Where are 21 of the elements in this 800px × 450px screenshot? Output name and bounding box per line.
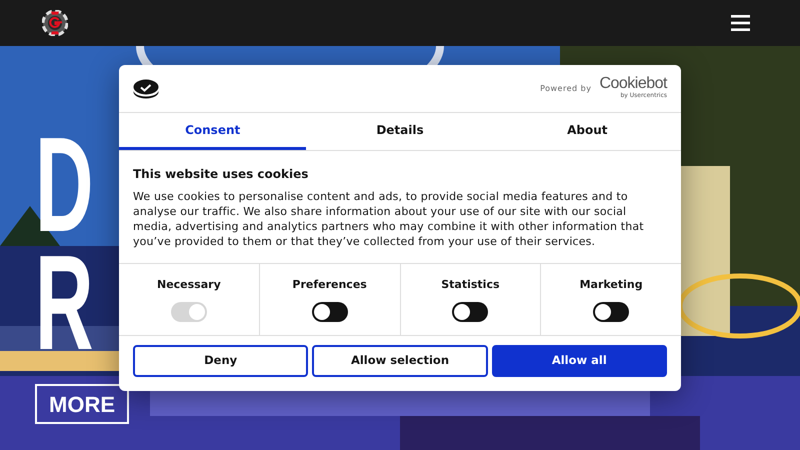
dialog-title: This website uses cookies: [133, 166, 310, 183]
dialog-text: We use cookies to personalise content and ads, to provide social media features and to analyse our traffic. We also share information about your use of our site with our social media, advertising and analytics partners who may combine it with other information that you’ve provided to them or that they’ve collected from your use of their services.: [133, 189, 645, 249]
dialog-tab[interactable]: Consent: [119, 113, 306, 150]
toggle-switch[interactable]: [452, 302, 488, 322]
toggle-switch[interactable]: [593, 302, 630, 322]
powered-by-text: Powered by: [540, 82, 592, 94]
consent-button[interactable]: Deny: [133, 345, 308, 377]
consent-button[interactable]: Allow all: [492, 345, 667, 377]
category-label: Preferences: [292, 277, 367, 294]
menu-icon[interactable]: [731, 15, 750, 31]
cookie-check-icon: [133, 78, 159, 98]
logo-icon[interactable]: [42, 10, 68, 36]
toggle-switch[interactable]: [312, 302, 348, 322]
category-label: Necessary: [156, 277, 221, 294]
category-label: Statistics: [441, 277, 500, 294]
consent-button[interactable]: Allow selection: [312, 345, 488, 377]
more-button[interactable]: MORE: [35, 384, 129, 424]
headline-letter: R: [35, 244, 94, 362]
brand-logo-text: Cookiebot: [599, 77, 667, 91]
headline-letter: D: [35, 126, 94, 244]
category-label: Marketing: [580, 277, 643, 294]
